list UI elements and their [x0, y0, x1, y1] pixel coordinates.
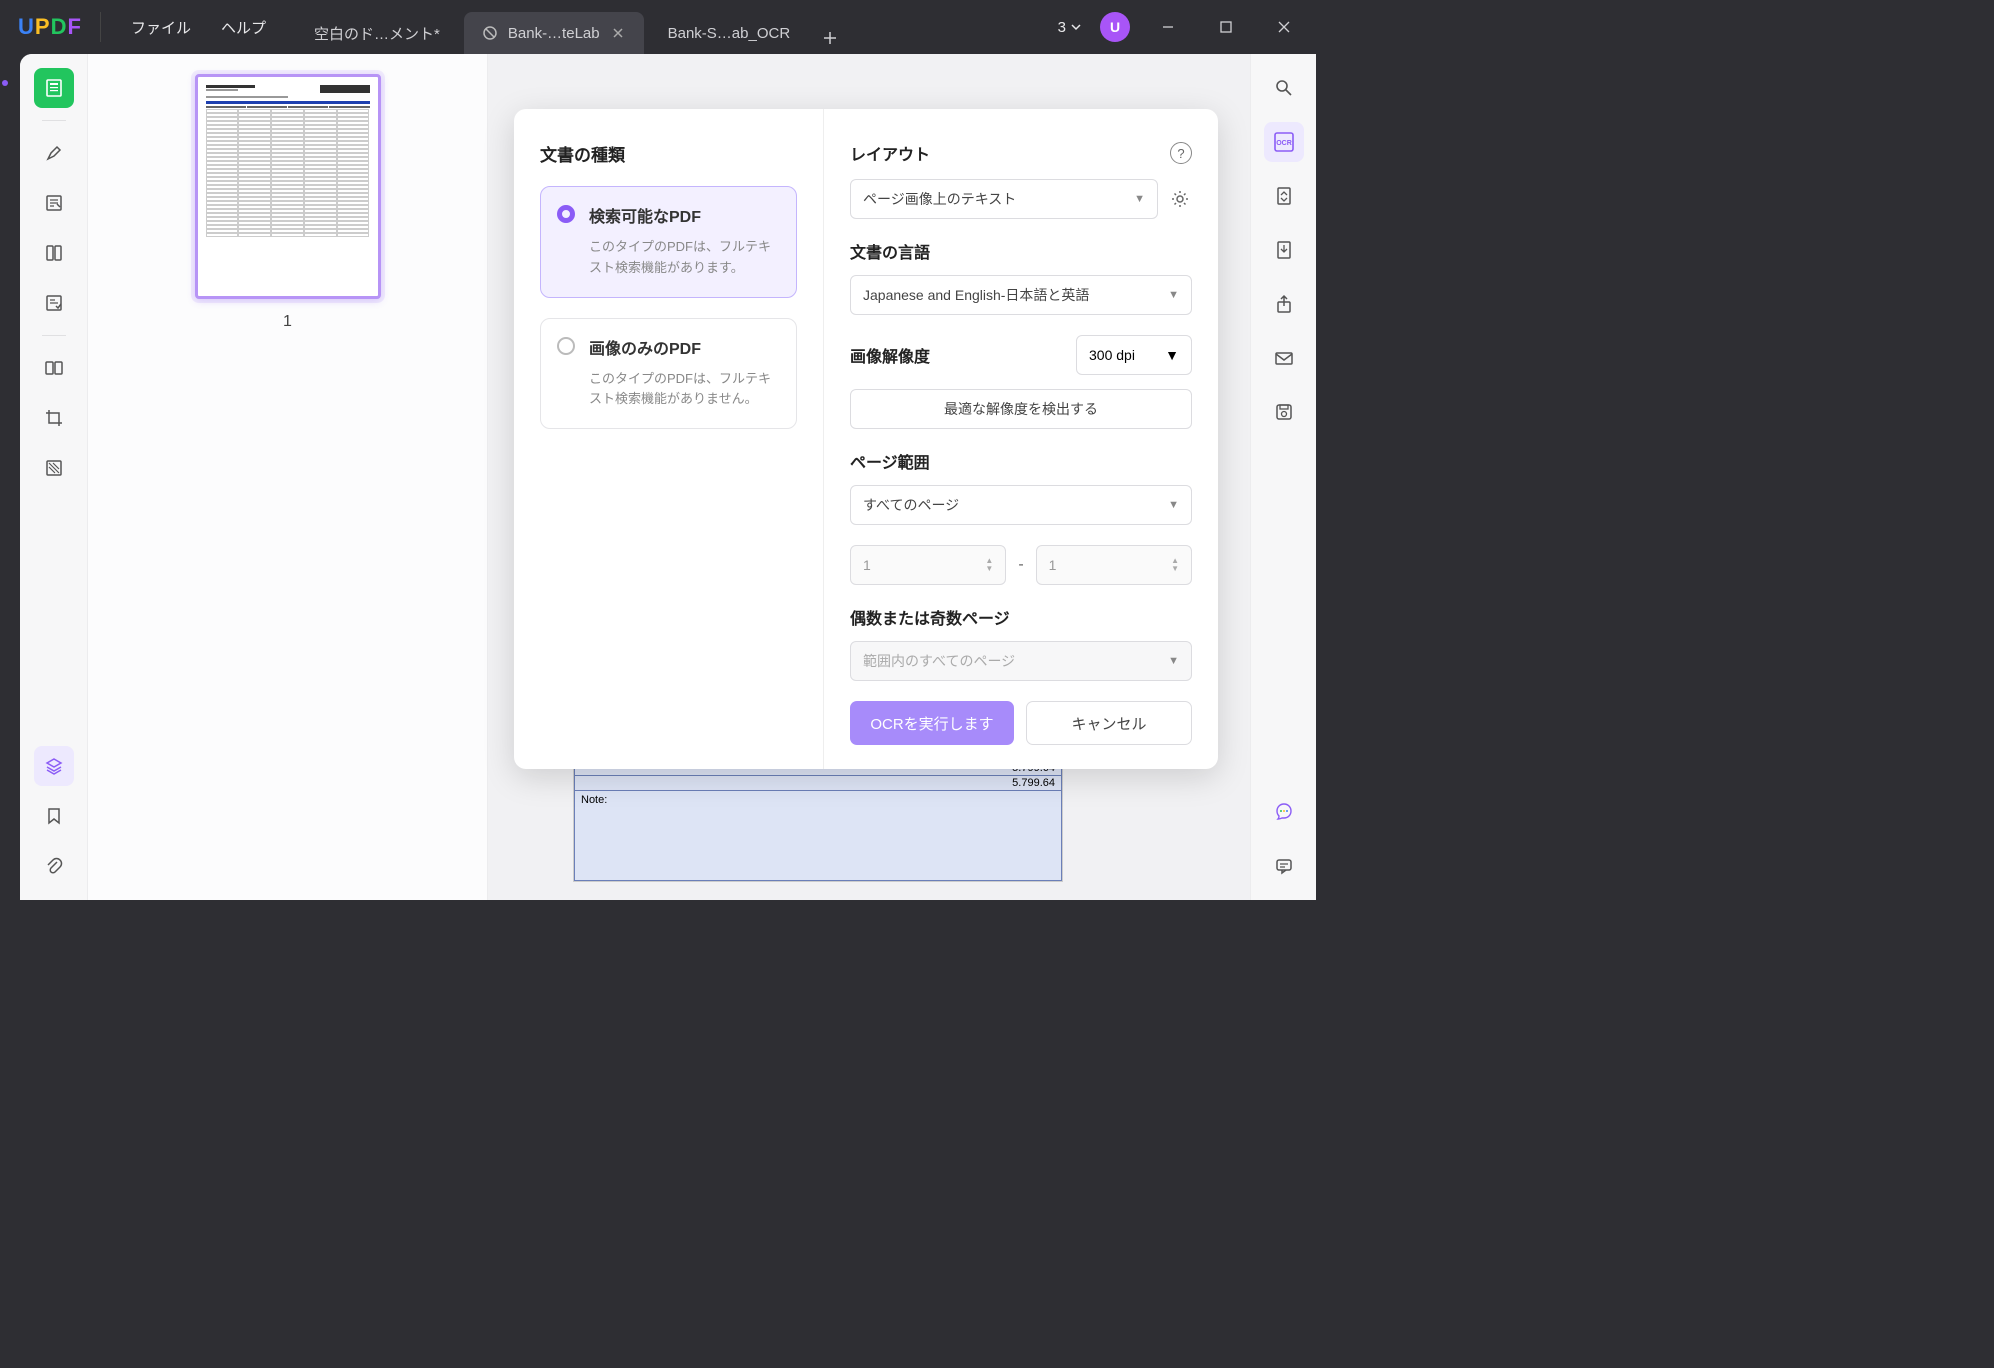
form-tool[interactable] — [34, 283, 74, 323]
tab-label: Bank-…teLab — [508, 25, 600, 42]
close-button[interactable] — [1264, 11, 1304, 43]
count-value: 3 — [1058, 19, 1066, 36]
dpi-label: 画像解像度 — [850, 343, 930, 367]
unsaved-icon — [482, 25, 498, 41]
option-title: 検索可能なPDF — [589, 203, 778, 227]
titlebar: UPDF ファイル ヘルプ 空白のド…メント* Bank-…teLab Bank… — [0, 0, 1316, 54]
add-tab-button[interactable] — [814, 22, 846, 54]
language-select[interactable]: Japanese and English-日本語と英語 ▼ — [850, 275, 1192, 315]
radio-icon — [557, 337, 575, 355]
layout-select[interactable]: ページ画像上のテキスト ▼ — [850, 179, 1158, 219]
cancel-button[interactable]: キャンセル — [1026, 701, 1192, 745]
page-to-input[interactable]: 1 ▲▼ — [1036, 545, 1192, 585]
svg-text:OCR: OCR — [1276, 140, 1292, 147]
left-toolbar — [20, 54, 88, 900]
select-value: ページ画像上のテキスト — [863, 189, 1016, 209]
side-indicator — [0, 54, 10, 900]
close-icon[interactable] — [610, 25, 626, 41]
menu-file[interactable]: ファイル — [131, 17, 191, 38]
searchable-pdf-option[interactable]: 検索可能なPDF このタイプのPDFは、フルテキスト検索機能があります。 — [540, 186, 797, 298]
save-button[interactable] — [1264, 392, 1304, 432]
spinner-icon[interactable]: ▲▼ — [985, 557, 993, 573]
page-thumbnail[interactable]: for(let i=0;i<32;i++){document.write('<d… — [195, 74, 381, 299]
minimize-button[interactable] — [1148, 11, 1188, 43]
crop-tool[interactable] — [34, 398, 74, 438]
page-range-select[interactable]: すべてのページ ▼ — [850, 485, 1192, 525]
layers-tool[interactable] — [34, 746, 74, 786]
chevron-down-icon: ▼ — [1168, 289, 1179, 301]
redact-tool[interactable] — [34, 448, 74, 488]
tab-bank-telab[interactable]: Bank-…teLab — [464, 12, 644, 54]
search-button[interactable] — [1264, 68, 1304, 108]
option-desc: このタイプのPDFは、フルテキスト検索機能がありません。 — [589, 369, 778, 411]
window-count[interactable]: 3 — [1058, 19, 1082, 36]
convert-button[interactable] — [1264, 176, 1304, 216]
tab-label: 空白のド…メント* — [314, 23, 440, 44]
compare-tool[interactable] — [34, 348, 74, 388]
radio-icon — [557, 205, 575, 223]
bookmark-tool[interactable] — [34, 796, 74, 836]
language-label: 文書の言語 — [850, 239, 1192, 263]
attachment-tool[interactable] — [34, 846, 74, 886]
ocr-button[interactable]: OCR — [1264, 122, 1304, 162]
doc-type-title: 文書の種類 — [540, 141, 797, 166]
tab-bank-ocr[interactable]: Bank-S…ab_OCR — [650, 12, 809, 54]
chevron-down-icon: ▼ — [1168, 499, 1179, 511]
input-value: 1 — [1049, 557, 1057, 573]
select-value: 300 dpi — [1089, 347, 1135, 363]
tab-blank-doc[interactable]: 空白のド…メント* — [296, 12, 458, 54]
highlight-tool[interactable] — [34, 133, 74, 173]
maximize-button[interactable] — [1206, 11, 1246, 43]
thumbnails-tool[interactable] — [34, 68, 74, 108]
detect-resolution-button[interactable]: 最適な解像度を検出する — [850, 389, 1192, 429]
select-value: すべてのページ — [863, 495, 959, 515]
image-only-pdf-option[interactable]: 画像のみのPDF このタイプのPDFは、フルテキスト検索機能がありません。 — [540, 318, 797, 430]
chevron-down-icon: ▼ — [1168, 655, 1179, 667]
page-layout-tool[interactable] — [34, 233, 74, 273]
titlebar-right: 3 U — [1046, 11, 1316, 43]
run-ocr-button[interactable]: OCRを実行します — [850, 701, 1014, 745]
thumbnail-panel: for(let i=0;i<32;i++){document.write('<d… — [88, 54, 488, 900]
select-value: Japanese and English-日本語と英語 — [863, 285, 1089, 305]
edit-text-tool[interactable] — [34, 183, 74, 223]
option-desc: このタイプのPDFは、フルテキスト検索機能があります。 — [589, 237, 778, 279]
layout-settings-button[interactable] — [1168, 187, 1192, 211]
right-toolbar: OCR — [1250, 54, 1316, 900]
share-button[interactable] — [1264, 284, 1304, 324]
tab-strip: 空白のド…メント* Bank-…teLab Bank-S…ab_OCR — [296, 0, 1046, 54]
ocr-panel: 文書の種類 検索可能なPDF このタイプのPDFは、フルテキスト検索機能がありま… — [514, 109, 1218, 769]
tab-label: Bank-S…ab_OCR — [668, 25, 791, 42]
help-icon[interactable]: ? — [1170, 142, 1192, 164]
select-value: 範囲内のすべてのページ — [863, 651, 1015, 671]
thumbnail-page-number: 1 — [283, 313, 292, 331]
menubar: ファイル ヘルプ — [100, 12, 296, 42]
table-cell: 5.799.64 — [575, 776, 1062, 791]
range-separator: - — [1018, 556, 1023, 574]
dpi-select[interactable]: 300 dpi ▼ — [1076, 335, 1192, 375]
page-range-label: ページ範囲 — [850, 449, 1192, 473]
chevron-down-icon — [1070, 21, 1082, 33]
comments-button[interactable] — [1264, 846, 1304, 886]
chevron-down-icon: ▼ — [1134, 193, 1145, 205]
option-title: 画像のみのPDF — [589, 335, 778, 359]
chevron-down-icon: ▼ — [1165, 347, 1179, 363]
layout-label: レイアウト — [850, 141, 930, 165]
app-logo: UPDF — [0, 14, 100, 40]
ai-assistant-button[interactable] — [1264, 792, 1304, 832]
parity-select[interactable]: 範囲内のすべてのページ ▼ — [850, 641, 1192, 681]
input-value: 1 — [863, 557, 871, 573]
menu-help[interactable]: ヘルプ — [221, 17, 266, 38]
page-from-input[interactable]: 1 ▲▼ — [850, 545, 1006, 585]
parity-label: 偶数または奇数ページ — [850, 605, 1192, 629]
compress-button[interactable] — [1264, 230, 1304, 270]
email-button[interactable] — [1264, 338, 1304, 378]
note-cell: Note: — [575, 791, 1062, 881]
avatar[interactable]: U — [1100, 12, 1130, 42]
spinner-icon[interactable]: ▲▼ — [1171, 557, 1179, 573]
